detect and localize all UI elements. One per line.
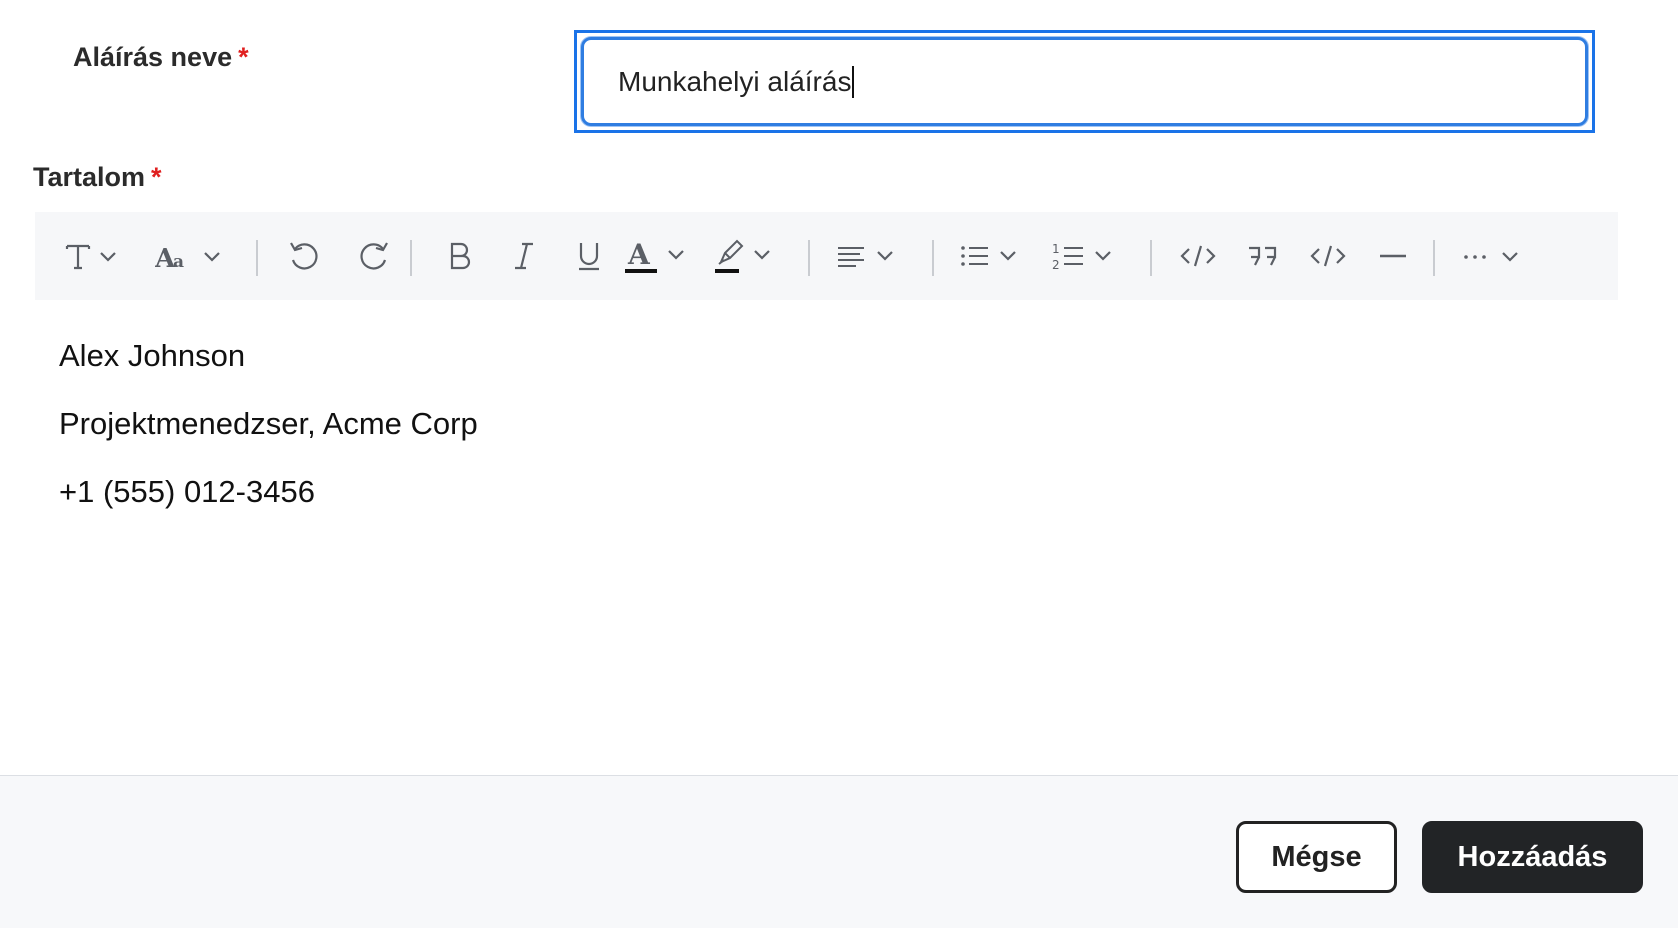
signature-name-label-text: Aláírás neve <box>73 42 233 72</box>
svg-text:A: A <box>627 238 651 271</box>
source-code-icon <box>1310 245 1346 267</box>
undo-icon <box>290 242 318 270</box>
toolbar-separator <box>1150 240 1152 276</box>
more-options-icon <box>1464 252 1518 262</box>
more-options-button[interactable] <box>1455 212 1535 300</box>
svg-text:a: a <box>173 252 184 271</box>
highlight-color-icon <box>715 239 770 273</box>
text-style-icon <box>65 244 116 270</box>
svg-text:1: 1 <box>1052 242 1060 256</box>
toolbar-separator <box>256 240 258 276</box>
italic-button[interactable] <box>499 212 549 300</box>
align-icon <box>838 247 893 267</box>
italic-icon <box>515 242 533 270</box>
horizontal-line-button[interactable] <box>1368 212 1418 300</box>
horizontal-line-icon <box>1380 254 1406 258</box>
signature-content-editor[interactable]: Alex Johnson Projektmenedzser, Acme Corp… <box>35 300 1618 770</box>
blockquote-button[interactable] <box>1238 212 1288 300</box>
highlight-color-button[interactable] <box>715 212 785 300</box>
align-button[interactable] <box>835 212 905 300</box>
signature-name-label: Aláírás neve * <box>73 42 249 73</box>
content-label-text: Tartalom <box>33 162 146 192</box>
underline-icon <box>579 243 599 271</box>
numbered-list-button[interactable]: 1 2 <box>1052 212 1122 300</box>
toolbar-separator <box>410 240 412 276</box>
cancel-button[interactable]: Mégse <box>1236 821 1397 893</box>
text-style-button[interactable] <box>63 212 127 300</box>
source-code-button[interactable] <box>1303 212 1353 300</box>
bold-button[interactable] <box>435 212 485 300</box>
text-color-button[interactable]: A <box>625 212 695 300</box>
signature-line-phone: +1 (555) 012-3456 <box>59 474 315 509</box>
font-size-button[interactable]: A a <box>155 212 231 300</box>
signature-dialog: Aláírás neve * Munkahelyi aláírás Tartalo… <box>0 0 1678 928</box>
bold-icon <box>450 242 471 270</box>
toolbar-separator <box>808 240 810 276</box>
toolbar-separator <box>1433 240 1435 276</box>
signature-line-name: Alex Johnson <box>59 338 246 373</box>
editor-toolbar: A a A 1 2 <box>35 212 1618 300</box>
signature-name-value: Munkahelyi aláírás <box>618 65 852 97</box>
undo-button[interactable] <box>280 212 330 300</box>
redo-button[interactable] <box>348 212 398 300</box>
underline-button[interactable] <box>564 212 614 300</box>
font-size-icon: A a <box>155 244 220 271</box>
code-button[interactable] <box>1173 212 1223 300</box>
add-button[interactable]: Hozzáadás <box>1422 821 1643 893</box>
redo-icon <box>360 242 388 270</box>
content-label: Tartalom * <box>33 162 162 193</box>
code-icon <box>1180 245 1216 267</box>
text-caret <box>852 65 855 98</box>
signature-line-title: Projektmenedzser, Acme Corp <box>59 406 478 441</box>
text-color-icon: A <box>625 238 684 273</box>
toolbar-separator <box>932 240 934 276</box>
signature-name-focus-ring: Munkahelyi aláírás <box>574 30 1595 133</box>
blockquote-icon <box>1249 246 1277 266</box>
signature-name-input[interactable]: Munkahelyi aláírás <box>581 37 1588 126</box>
required-mark: * <box>238 42 249 72</box>
bulleted-list-icon <box>961 246 1016 266</box>
svg-text:2: 2 <box>1052 258 1060 272</box>
dialog-footer: Mégse Hozzáadás <box>0 775 1678 928</box>
required-mark: * <box>151 162 162 192</box>
bulleted-list-button[interactable] <box>958 212 1028 300</box>
numbered-list-icon: 1 2 <box>1052 242 1111 272</box>
